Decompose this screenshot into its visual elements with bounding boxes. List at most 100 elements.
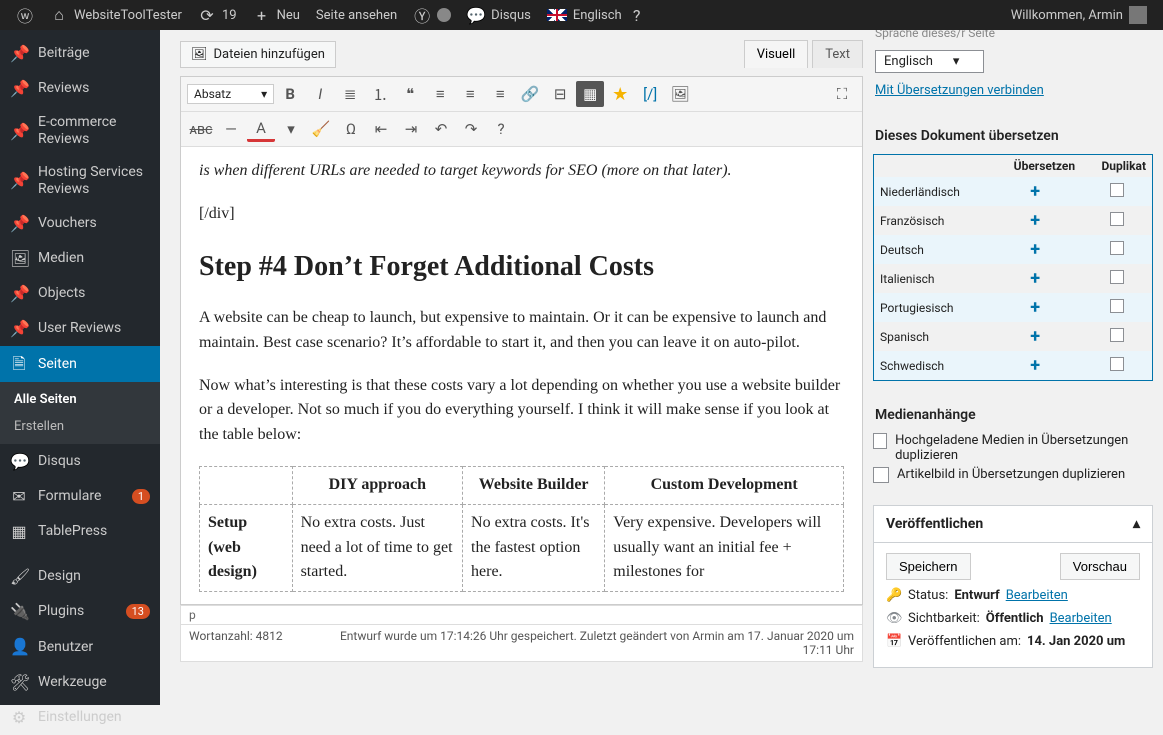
redo-button[interactable]: ↷ [457,116,485,142]
tab-visual[interactable]: Visuell [744,40,809,68]
media-dup-checkbox-1[interactable]: Hochgeladene Medien in Übersetzungen dup… [873,433,1153,463]
lang-row: Spanisch [874,322,990,351]
translate-add-button[interactable]: + [1030,326,1040,347]
wordcount-label: Wortanzahl: [189,629,253,643]
yoast-link[interactable]: Ⓨ [405,0,459,30]
dup-checkbox[interactable] [1110,328,1124,342]
add-media-button[interactable]: 🖼 Dateien hinzufügen [180,41,336,68]
eye-icon: 👁 [886,611,902,626]
view-page[interactable]: Seite ansehen [308,0,405,30]
publish-box-toggle[interactable]: Veröffentlichen▴ [874,506,1152,543]
align-left-button[interactable]: ≡ [426,81,454,107]
italic-button[interactable]: I [306,81,334,107]
indent-button[interactable]: ⇥ [397,116,425,142]
quote-button[interactable]: ❝ [396,81,424,107]
menu-reviews[interactable]: 📌Reviews [0,71,160,106]
dup-checkbox[interactable] [1110,212,1124,226]
comments-link[interactable]: 💬Disqus [459,0,539,30]
translate-add-button[interactable]: + [1030,297,1040,318]
pin-icon: 📌 [10,214,28,233]
star-icon[interactable]: ★ [606,81,634,107]
forms-badge: 1 [132,489,150,504]
more-button[interactable]: ⊟ [546,81,574,107]
table-row: Setup (web design) No extra costs. Just … [200,504,844,591]
preview-button[interactable]: Vorschau [1060,553,1140,580]
editor-content[interactable]: is when different URLs are needed to tar… [181,147,862,604]
translate-add-button[interactable]: + [1030,355,1040,376]
menu-objects[interactable]: 📌Objects [0,276,160,311]
ul-button[interactable]: ≣ [336,81,364,107]
dup-checkbox[interactable] [1110,270,1124,284]
translate-add-button[interactable]: + [1030,181,1040,202]
table-cell: Very expensive. Developers will usually … [605,504,844,591]
menu-appearance[interactable]: 🖌Design [0,559,160,594]
clear-format-button[interactable]: 🧹 [307,116,335,142]
kitchen-sink-button[interactable]: ▦ [576,81,604,107]
hr-button[interactable]: — [217,116,245,142]
dup-checkbox[interactable] [1110,299,1124,313]
chevron-down-icon: ▾ [953,54,960,69]
menu-plugins[interactable]: 🔌Plugins13 [0,594,160,629]
save-draft-button[interactable]: Speichern [886,553,971,580]
align-right-button[interactable]: ≡ [486,81,514,107]
site-home[interactable]: ⌂WebsiteToolTester [42,0,190,30]
translate-panel-title: Dieses Dokument übersetzen [875,128,1153,144]
menu-hosting-reviews[interactable]: 📌Hosting Services Reviews [0,156,160,206]
text-color-dropdown[interactable]: ▾ [277,116,305,142]
submenu-new-page[interactable]: Erstellen [0,413,160,440]
comment-icon: 💬 [10,452,28,471]
edit-status-link[interactable]: Bearbeiten [1006,588,1068,603]
updates-link[interactable]: ⟳19 [190,0,245,30]
table-head-diy: DIY approach [292,466,462,504]
wp-logo[interactable]: ⓦ [8,0,42,30]
menu-posts[interactable]: 📌Beiträge [0,36,160,71]
menu-forms[interactable]: ✉Formulare1 [0,479,160,514]
language-switcher[interactable]: Englisch? [539,0,654,30]
text-color-button[interactable]: A [247,116,275,142]
lang-row: Italienisch [874,264,990,293]
help-button[interactable]: ? [487,116,515,142]
submenu-all-pages[interactable]: Alle Seiten [0,386,160,413]
dup-checkbox[interactable] [1110,183,1124,197]
menu-user-reviews[interactable]: 📌User Reviews [0,311,160,346]
translate-add-button[interactable]: + [1030,268,1040,289]
my-account[interactable]: Willkommen, Armin [1003,0,1155,30]
editor-path[interactable]: p [180,605,863,624]
menu-settings[interactable]: ⚙Einstellungen [0,700,160,735]
edit-visibility-link[interactable]: Bearbeiten [1050,611,1112,626]
special-char-button[interactable]: Ω [337,116,365,142]
translate-add-button[interactable]: + [1030,210,1040,231]
menu-disqus[interactable]: 💬Disqus [0,444,160,479]
tab-text[interactable]: Text [812,40,863,68]
link-button[interactable]: 🔗 [516,81,544,107]
outdent-button[interactable]: ⇤ [367,116,395,142]
media-dup-checkbox-2[interactable]: Artikelbild in Übersetzungen duplizieren [873,467,1153,483]
menu-vouchers[interactable]: 📌Vouchers [0,206,160,241]
submenu-pages: Alle Seiten Erstellen [0,382,160,444]
shortcode-button[interactable]: [/] [636,81,664,107]
content-paragraph-2: Now what’s interesting is that these cos… [199,374,844,448]
translate-add-button[interactable]: + [1030,239,1040,260]
image-button[interactable]: 🖼 [666,81,694,107]
avatar-icon [1129,6,1147,24]
language-select[interactable]: Englisch ▾ [875,50,984,73]
dup-checkbox[interactable] [1110,241,1124,255]
menu-tools[interactable]: 🛠Werkzeuge [0,665,160,700]
fullscreen-button[interactable]: ⛶ [828,81,856,107]
strikethrough-button[interactable]: ᴀʙᴄ [187,116,215,142]
menu-media[interactable]: 🖼Medien [0,241,160,276]
table-head-blank [200,466,293,504]
ol-button[interactable]: ⒈ [366,81,394,107]
align-center-button[interactable]: ≡ [456,81,484,107]
connect-translations-link[interactable]: Mit Übersetzungen verbinden [875,83,1044,98]
format-select[interactable]: Absatz▾ [187,84,274,104]
table-cell: No extra costs. It's the fastest option … [463,504,605,591]
dup-checkbox[interactable] [1110,357,1124,371]
new-content[interactable]: +Neu [245,0,308,30]
menu-users[interactable]: 👤Benutzer [0,629,160,664]
menu-pages[interactable]: 🗎Seiten [0,346,160,381]
menu-tablepress[interactable]: ▦TablePress [0,514,160,549]
undo-button[interactable]: ↶ [427,116,455,142]
menu-ecommerce-reviews[interactable]: 📌E-commerce Reviews [0,106,160,156]
bold-button[interactable]: B [276,81,304,107]
